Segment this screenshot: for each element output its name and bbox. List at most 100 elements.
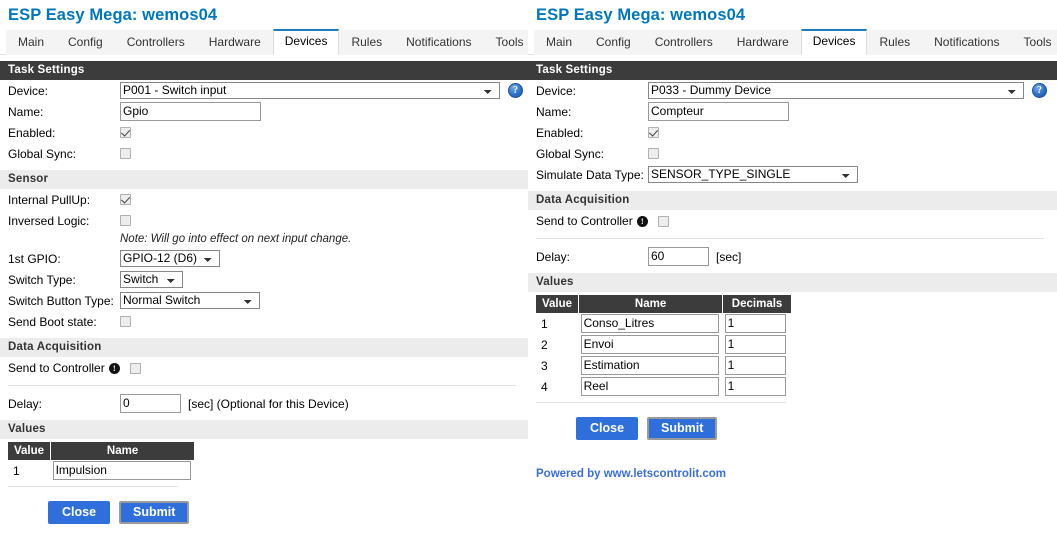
column-header-decimals: Decimals — [722, 295, 792, 313]
table-row: 1 — [8, 460, 195, 481]
tab-hardware[interactable]: Hardware — [196, 30, 273, 55]
enabled-label-right: Enabled: — [536, 125, 584, 140]
table-row: 2 — [536, 334, 791, 355]
row-send-boot-state: Send Boot state: — [0, 311, 528, 332]
send-to-controller-label-right: Send to Controller — [536, 214, 633, 228]
value-name-input[interactable] — [580, 356, 719, 375]
send-to-controller-checkbox[interactable] — [129, 362, 141, 374]
page-title-right: ESP Easy Mega: wemos04 — [536, 6, 746, 24]
section-data-acquisition-header-right: Data Acquisition — [528, 191, 1057, 210]
submit-button-right[interactable]: Submit — [647, 417, 718, 440]
value-name-input[interactable] — [52, 461, 191, 480]
row-switch-type: Switch Type: Switch — [0, 269, 528, 290]
global-sync-label: Global Sync: — [8, 146, 77, 161]
global-sync-label-right: Global Sync: — [536, 146, 605, 161]
page-title: ESP Easy Mega: wemos04 — [8, 6, 218, 24]
internal-pullup-checkbox[interactable] — [120, 194, 131, 205]
nav-tabs: Main Config Controllers Hardware Devices… — [0, 29, 528, 55]
value-name-input[interactable] — [580, 335, 719, 354]
gpio-select[interactable]: GPIO-12 (D6) — [120, 250, 220, 267]
value-index: 4 — [541, 379, 548, 394]
tab-controllers[interactable]: Controllers — [114, 30, 197, 55]
divider-right — [536, 238, 1044, 239]
value-index: 3 — [541, 358, 548, 373]
row-send-to-controller-right: Send to Controller ! — [528, 210, 1057, 231]
value-decimals-cell — [723, 313, 792, 334]
enabled-checkbox-right[interactable] — [648, 127, 659, 138]
value-decimals-input[interactable] — [724, 335, 786, 354]
value-name-cell — [579, 313, 723, 334]
device-select-right[interactable]: P033 - Dummy Device — [648, 82, 1024, 99]
tab-main[interactable]: Main — [6, 30, 57, 55]
value-name-cell — [51, 460, 195, 481]
row-send-to-controller: Send to Controller ! — [0, 357, 528, 378]
value-name-cell — [579, 376, 723, 397]
simulate-data-type-select[interactable]: SENSOR_TYPE_SINGLE — [648, 166, 858, 183]
send-boot-state-checkbox[interactable] — [120, 316, 131, 327]
tab-tools-right[interactable]: Tools — [1011, 30, 1057, 55]
footer-link[interactable]: Powered by www.letscontrolit.com — [536, 468, 726, 480]
global-sync-checkbox-right[interactable] — [648, 148, 659, 159]
value-index: 2 — [541, 337, 548, 352]
value-name-input[interactable] — [580, 314, 719, 333]
switch-type-select[interactable]: Switch — [120, 271, 183, 288]
table-row: 4 — [536, 376, 791, 397]
row-delay-right: Delay: [sec] — [528, 246, 1057, 267]
submit-button[interactable]: Submit — [119, 501, 190, 524]
tab-controllers-right[interactable]: Controllers — [642, 30, 725, 55]
internal-pullup-label: Internal PullUp: — [8, 192, 91, 207]
row-device-right: Device: P033 - Dummy Device ? — [528, 80, 1057, 101]
tab-rules-right[interactable]: Rules — [867, 30, 923, 55]
device-select[interactable]: P001 - Switch input — [120, 82, 500, 99]
info-icon[interactable]: ! — [108, 362, 120, 374]
section-task-settings-header: Task Settings — [0, 61, 528, 80]
help-icon[interactable]: ? — [508, 83, 523, 98]
tab-config-right[interactable]: Config — [584, 30, 643, 55]
delay-unit-label-right: [sec] — [716, 249, 742, 264]
switch-type-label: Switch Type: — [8, 272, 76, 287]
help-icon-right[interactable]: ? — [1032, 83, 1047, 98]
tab-devices-right[interactable]: Devices — [800, 29, 868, 55]
gpio-label: 1st GPIO: — [8, 251, 61, 266]
footer: Powered by www.letscontrolit.com — [528, 440, 1057, 480]
inversed-logic-label: Inversed Logic: — [8, 213, 90, 228]
divider — [8, 385, 516, 386]
switch-button-type-label: Switch Button Type: — [8, 293, 114, 308]
delay-label-right: Delay: — [536, 249, 571, 264]
value-index: 1 — [541, 316, 548, 331]
name-input[interactable] — [120, 102, 261, 121]
value-decimals-input[interactable] — [724, 356, 786, 375]
tab-devices[interactable]: Devices — [272, 29, 340, 55]
row-name: Name: — [0, 101, 528, 122]
value-name-input[interactable] — [580, 377, 719, 396]
close-button-right[interactable]: Close — [576, 417, 639, 440]
delay-label: Delay: — [8, 396, 43, 411]
row-name-right: Name: — [528, 101, 1057, 122]
value-decimals-input[interactable] — [724, 377, 786, 396]
switch-button-type-select[interactable]: Normal Switch — [120, 292, 260, 309]
row-delay: Delay: [sec] (Optional for this Device) — [0, 393, 528, 414]
enabled-checkbox[interactable] — [120, 127, 131, 138]
tab-config[interactable]: Config — [56, 30, 115, 55]
value-decimals-input[interactable] — [724, 314, 786, 333]
global-sync-checkbox[interactable] — [120, 148, 131, 159]
name-input-right[interactable] — [648, 102, 789, 121]
tab-rules[interactable]: Rules — [339, 30, 395, 55]
tab-main-right[interactable]: Main — [534, 30, 585, 55]
enabled-label: Enabled: — [8, 125, 56, 140]
delay-input-right[interactable] — [648, 247, 709, 266]
tab-notifications-right[interactable]: Notifications — [922, 30, 1012, 55]
row-global-sync: Global Sync: — [0, 143, 528, 164]
tab-notifications[interactable]: Notifications — [394, 30, 484, 55]
column-header-name: Name — [50, 442, 196, 460]
delay-input[interactable] — [120, 394, 181, 413]
value-index: 1 — [13, 463, 20, 478]
tab-tools[interactable]: Tools — [483, 30, 528, 55]
info-icon-right[interactable]: ! — [636, 215, 648, 227]
close-button[interactable]: Close — [48, 501, 111, 524]
tab-hardware-right[interactable]: Hardware — [724, 30, 801, 55]
inversed-logic-checkbox[interactable] — [120, 215, 131, 226]
row-simulate-data-type: Simulate Data Type: SENSOR_TYPE_SINGLE — [528, 164, 1057, 185]
send-to-controller-checkbox-right[interactable] — [657, 215, 669, 227]
right-panel: ESP Easy Mega: wemos04 Main Config Contr… — [528, 0, 1057, 560]
